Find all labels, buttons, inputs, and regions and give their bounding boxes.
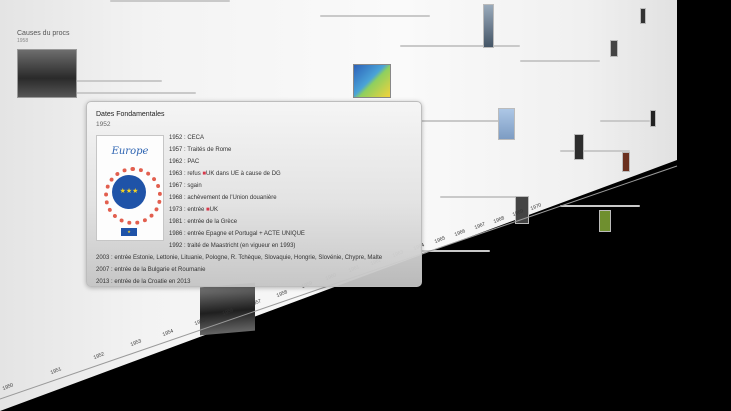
thumbnail-image[interactable] bbox=[650, 110, 656, 127]
europe-poster-image[interactable]: Europe ★★★ ★ bbox=[96, 135, 164, 241]
faint-text-line bbox=[320, 15, 430, 17]
timeline-entry: 1986 : entrée Epagne et Portugal + ACTE … bbox=[169, 231, 305, 237]
timeline-entry: 1967 : sgain bbox=[169, 183, 202, 189]
eu-flag-icon: ★ bbox=[121, 228, 137, 236]
eu-stars-icon: ★★★ bbox=[112, 175, 146, 209]
eu-flag-thumbnail[interactable] bbox=[353, 64, 391, 98]
card-year: 1952 bbox=[96, 121, 111, 128]
timeline-entry-suffix: UK bbox=[209, 207, 218, 213]
section-subtitle: 1958 bbox=[17, 38, 29, 44]
faint-text-line bbox=[76, 92, 196, 94]
timeline-entry-prefix: 1973 : entrée bbox=[169, 207, 207, 213]
timeline-entry: 2003 : entrée Estonie, Lettonie, Lituani… bbox=[96, 255, 383, 261]
event-info-card[interactable]: Dates Fondamentales 1952 Europe ★★★ ★ 19… bbox=[86, 101, 422, 287]
card-title: Dates Fondamentales bbox=[96, 111, 165, 118]
timeline-entry: 1963 : refus ■UK dans UE à cause de DG bbox=[169, 171, 281, 177]
timeline-entry: 2013 : entrée de la Croatie en 2013 bbox=[96, 279, 191, 285]
timeline-entry: 1968 : achèvement de l'Union douanière bbox=[169, 195, 277, 201]
faint-text-line bbox=[520, 60, 600, 62]
thumbnail-image[interactable] bbox=[599, 210, 611, 232]
faint-text-line bbox=[110, 0, 230, 2]
faint-text-line bbox=[420, 250, 490, 252]
faint-text-line bbox=[600, 120, 650, 122]
timeline-entry: 1952 : CECA bbox=[169, 135, 205, 141]
timeline-entry: 1957 : Traités de Rome bbox=[169, 147, 232, 153]
faint-text-line bbox=[76, 80, 162, 82]
faint-text-line bbox=[560, 150, 630, 152]
thumbnail-image[interactable] bbox=[610, 40, 618, 57]
poster-title: Europe bbox=[111, 146, 149, 157]
faint-text-line bbox=[420, 120, 510, 122]
timeline-entry: 1962 : PAC bbox=[169, 159, 200, 165]
event-photo[interactable] bbox=[17, 49, 77, 98]
thumbnail-image[interactable] bbox=[574, 134, 584, 160]
thumbnail-image[interactable] bbox=[640, 8, 646, 24]
thumbnail-image[interactable] bbox=[622, 152, 630, 172]
timeline-entry: 1981 : entrée de la Grèce bbox=[169, 219, 238, 225]
thumbnail-image[interactable] bbox=[498, 108, 515, 140]
faint-text-line bbox=[440, 196, 520, 198]
faint-text-line bbox=[560, 205, 640, 207]
empty-background bbox=[677, 0, 731, 411]
section-title: Causes du procs bbox=[17, 30, 70, 37]
timeline-entry-suffix: UK dans UE à cause de DG bbox=[205, 171, 281, 177]
faint-text-line bbox=[400, 45, 520, 47]
timeline-entry: 1992 : traité de Maastricht (en vigueur … bbox=[169, 243, 296, 249]
timeline-entry: 1973 : entrée ■UK bbox=[169, 207, 218, 213]
thumbnail-image[interactable] bbox=[483, 4, 494, 48]
timeline-entry: 2007 : entrée de la Bulgarie et Roumanie bbox=[96, 267, 206, 273]
timeline-scene: Causes du procs 1958 1950 1951 1952 1953… bbox=[0, 0, 731, 411]
timeline-entry-prefix: 1963 : refus bbox=[169, 171, 203, 177]
